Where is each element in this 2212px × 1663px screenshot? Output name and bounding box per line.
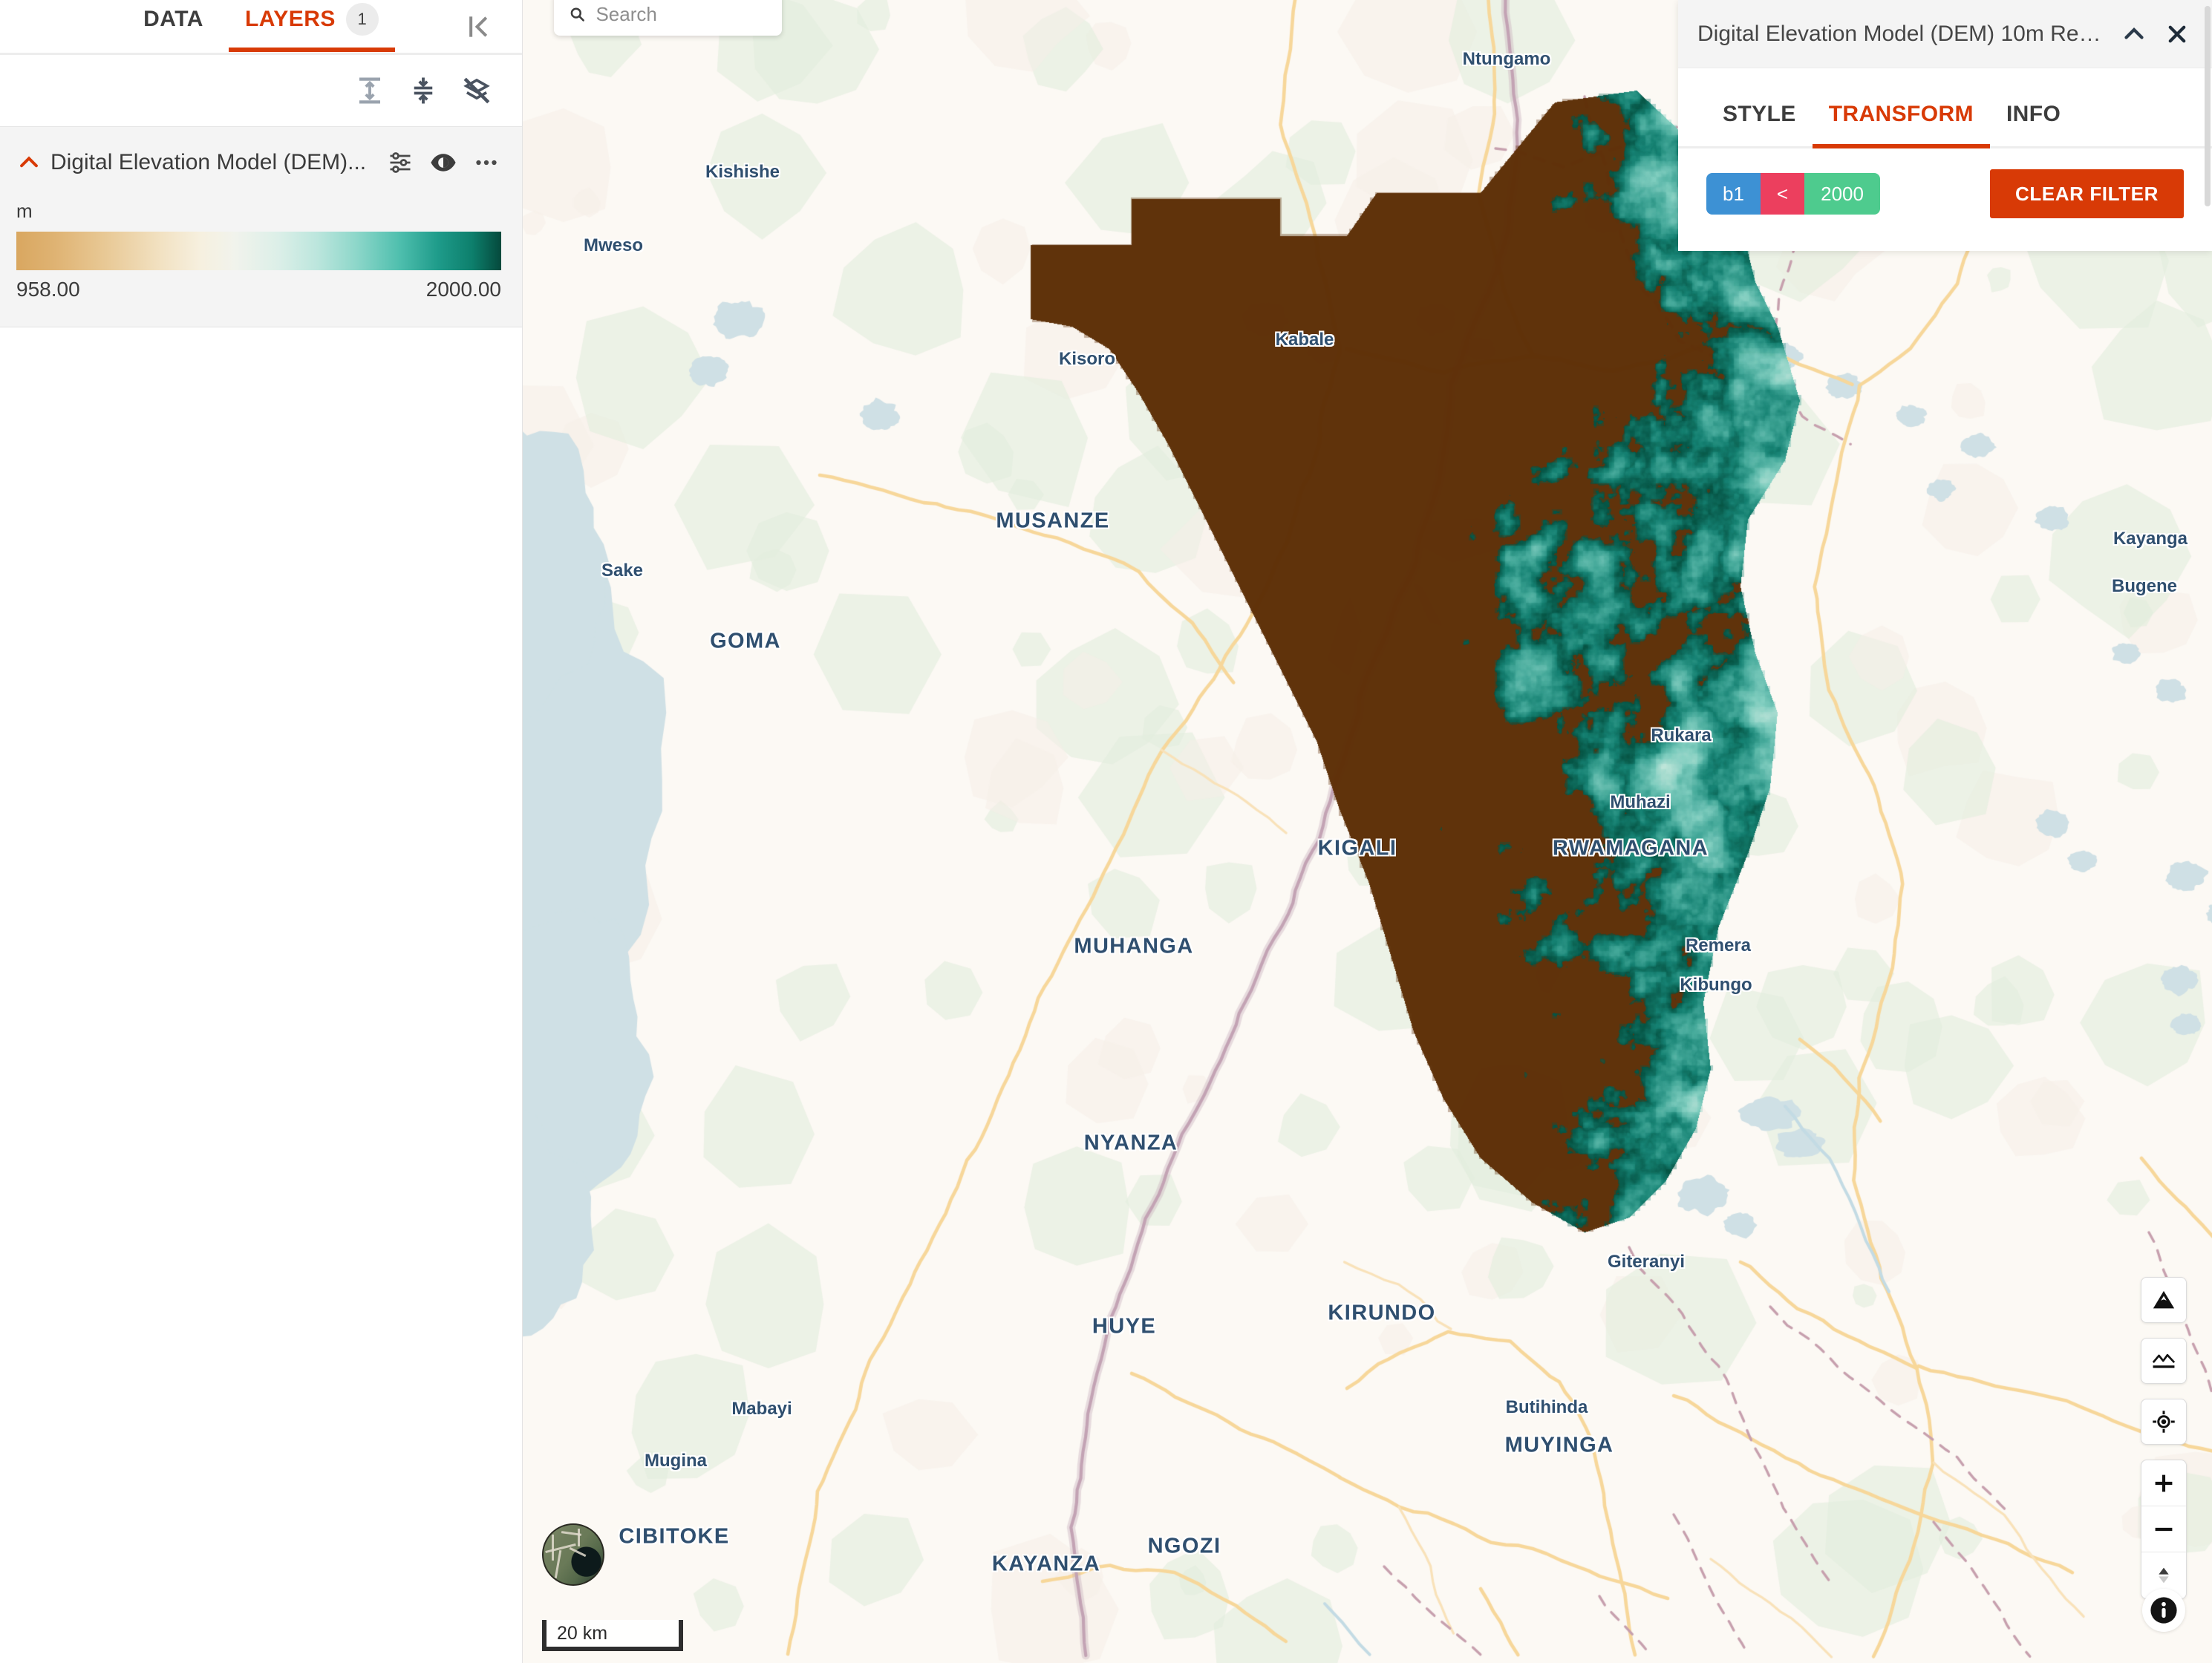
- zoom-controls: [2141, 1460, 2187, 1599]
- layer-toolbar: [0, 55, 522, 126]
- tab-style-label: STYLE: [1723, 102, 1796, 126]
- panel-collapse-chevron-up-icon[interactable]: [2118, 19, 2150, 50]
- tab-info-label: INFO: [2006, 102, 2061, 126]
- legend-max-value: 2000.00: [425, 278, 501, 301]
- panel-scrollbar[interactable]: [2205, 6, 2211, 206]
- panel-title: Digital Elevation Model (DEM) 10m Res...: [1697, 21, 2107, 46]
- locate-me-icon[interactable]: [2141, 1399, 2187, 1445]
- layer-legend: m 958.00 2000.00: [16, 200, 501, 301]
- layer-card: Digital Elevation Model (DEM)... m 958.0…: [0, 126, 522, 327]
- zoom-out-icon[interactable]: [2141, 1506, 2186, 1552]
- basemap-thumbnail[interactable]: [542, 1523, 604, 1586]
- zoom-in-icon[interactable]: [2141, 1460, 2186, 1506]
- tab-style[interactable]: STYLE: [1706, 102, 1813, 146]
- layer-actions: [385, 148, 501, 177]
- tab-transform-label: TRANSFORM: [1828, 102, 1974, 126]
- clear-filter-button[interactable]: CLEAR FILTER: [1989, 169, 2184, 218]
- layer-more-options-icon[interactable]: [472, 148, 501, 177]
- tab-layers-label: LAYERS: [244, 7, 336, 31]
- legend-min-value: 958.00: [16, 278, 80, 301]
- tab-layers[interactable]: LAYERS 1: [228, 3, 395, 52]
- tab-data-label: DATA: [143, 7, 203, 31]
- search-box[interactable]: [554, 0, 782, 36]
- collapse-panel-icon[interactable]: [461, 9, 497, 45]
- scale-bar: 20 km: [542, 1620, 683, 1651]
- filter-value-segment[interactable]: 2000: [1804, 173, 1880, 215]
- terrain-3d-icon[interactable]: [2141, 1277, 2187, 1323]
- filter-operator-segment[interactable]: <: [1760, 173, 1805, 215]
- scale-bar-label: 20 km: [557, 1622, 608, 1644]
- legend-value-row: 958.00 2000.00: [16, 278, 501, 301]
- search-icon: [570, 7, 584, 22]
- panel-close-icon[interactable]: [2162, 19, 2193, 50]
- layer-settings-icon[interactable]: [385, 148, 415, 177]
- panel-header: Digital Elevation Model (DEM) 10m Res...: [1678, 0, 2212, 68]
- app-root: Ntungamo Kishishe Kabale Mweso Kisoro Sake MUS…: [0, 0, 2212, 1663]
- left-sidebar: DATA LAYERS 1 Digital Elevation Model (D…: [0, 0, 523, 1663]
- search-input[interactable]: [596, 2, 767, 26]
- sidebar-tabbar: DATA LAYERS 1: [0, 0, 522, 55]
- map-controls: [2141, 1277, 2187, 1599]
- collapse-all-icon[interactable]: [406, 73, 440, 108]
- visibility-eye-icon[interactable]: [428, 148, 458, 177]
- filter-band-segment[interactable]: b1: [1706, 173, 1761, 215]
- tab-data[interactable]: DATA: [143, 7, 203, 48]
- transform-tab-body: b1 < 2000 CLEAR FILTER: [1678, 148, 2212, 251]
- legend-unit-label: m: [16, 200, 33, 222]
- layer-title[interactable]: Digital Elevation Model (DEM)...: [50, 150, 376, 175]
- layer-header-row: Digital Elevation Model (DEM)...: [16, 148, 501, 177]
- tabbar-divider: [0, 53, 522, 55]
- panel-tabbar: STYLE TRANSFORM INFO: [1678, 68, 2212, 148]
- expand-all-icon[interactable]: [353, 73, 387, 108]
- tab-info[interactable]: INFO: [1990, 102, 2077, 146]
- legend-color-ramp: [16, 232, 501, 270]
- chevron-up-icon[interactable]: [16, 150, 42, 175]
- tab-transform[interactable]: TRANSFORM: [1812, 102, 1991, 148]
- info-icon[interactable]: [2142, 1589, 2185, 1632]
- tab-layers-badge: 1: [345, 3, 379, 36]
- layer-detail-panel: Digital Elevation Model (DEM) 10m Res...…: [1678, 0, 2212, 251]
- band-filter-pill[interactable]: b1 < 2000: [1706, 173, 1880, 215]
- hillshade-icon[interactable]: [2141, 1338, 2187, 1384]
- hide-all-layers-icon[interactable]: [460, 73, 494, 108]
